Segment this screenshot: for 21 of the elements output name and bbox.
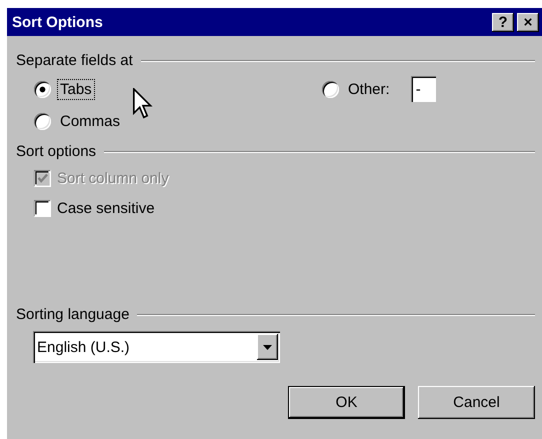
checkbox-label: Case sensitive xyxy=(57,200,155,216)
checkbox[interactable] xyxy=(34,200,51,216)
language-dropdown[interactable]: English (U.S.) xyxy=(33,331,280,363)
radio-button[interactable] xyxy=(34,80,51,98)
radio-label: Tabs xyxy=(57,78,95,100)
cancel-button[interactable]: Cancel xyxy=(418,386,535,419)
group-heading: Separate fields at xyxy=(16,52,133,69)
mouse-pointer-icon xyxy=(133,88,153,120)
dropdown-arrow-icon xyxy=(263,344,272,350)
radio-label: Commas xyxy=(59,112,122,132)
ok-button[interactable]: OK xyxy=(288,386,405,419)
group-heading: Sorting language xyxy=(16,306,130,323)
close-button[interactable]: × xyxy=(517,12,539,32)
radio-button[interactable] xyxy=(322,80,339,98)
radio-button[interactable] xyxy=(34,112,51,130)
group-heading: Sort options xyxy=(16,143,96,160)
window-title: Sort Options xyxy=(12,14,104,30)
checkbox-label: Sort column only xyxy=(57,170,169,186)
radio-label: Other: xyxy=(347,80,391,100)
help-button[interactable]: ? xyxy=(492,12,514,32)
other-input-field[interactable]: - xyxy=(410,76,436,102)
